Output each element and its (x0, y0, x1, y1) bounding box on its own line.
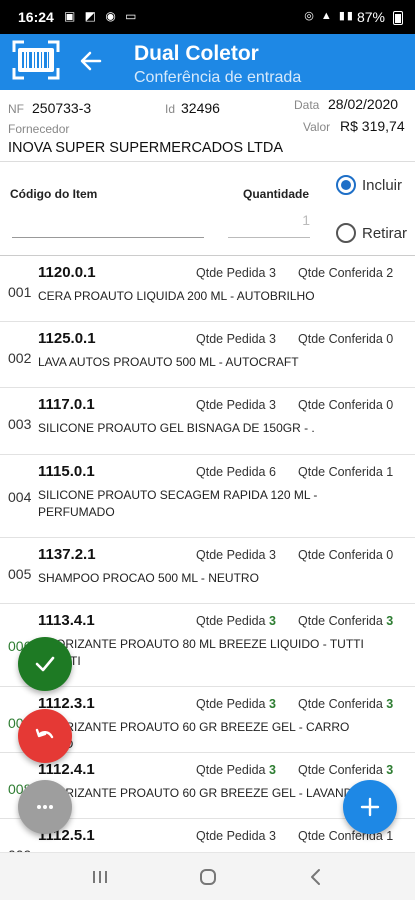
item-description: ODORIZANTE PROAUTO 60 GR BREEZE GEL - CA… (38, 720, 350, 751)
valor-value: R$ 319,74 (340, 118, 405, 134)
item-code: 1125.0.1 (38, 330, 96, 347)
item-ordered: Qtde Pedida 3 (196, 332, 276, 346)
nf-value: 250733-3 (32, 100, 92, 116)
home-icon (200, 869, 216, 885)
system-nav-bar (0, 852, 415, 900)
item-ordered: Qtde Pedida 3 (196, 266, 276, 280)
item-code: 1120.0.1 (38, 264, 96, 281)
item-checked: Qtde Conferida 3 (298, 697, 394, 711)
barcode-scan-button[interactable] (12, 40, 60, 80)
item-checked: Qtde Conferida 0 (298, 548, 394, 562)
fornecedor-value: INOVA SUPER SUPERMERCADOS LTDA (8, 140, 284, 156)
system-back-button[interactable] (304, 865, 328, 889)
back-button[interactable] (78, 48, 104, 74)
id-label: Id (165, 102, 176, 116)
entry-form: Código do Item Quantidade 1 Incluir Reti… (0, 162, 415, 256)
invoice-header: NF 250733-3 Id 32496 Data 28/02/2020 For… (0, 90, 415, 162)
undo-fab[interactable] (18, 709, 72, 763)
list-item[interactable]: 004 1115.0.1 Qtde Pedida 6 Qtde Conferid… (0, 455, 415, 538)
item-code-label: Código do Item (10, 187, 98, 201)
quantity-label: Quantidade (243, 187, 310, 201)
chevron-left-icon (311, 869, 320, 885)
item-description: SILICONE PROAUTO SECAGEM RAPIDA 120 ML -… (38, 488, 318, 519)
item-description: ODORIZANTE PROAUTO 80 ML BREEZE LIQUIDO … (38, 637, 364, 668)
status-time: 16:24 (18, 9, 54, 25)
remove-radio[interactable] (336, 223, 356, 243)
nf-label: NF (8, 102, 24, 116)
more-fab[interactable] (18, 780, 72, 834)
app-bar: Dual Coletor Conferência de entrada (0, 34, 415, 90)
item-seq: 003 (8, 416, 32, 432)
check-icon (35, 656, 55, 672)
screen-subtitle: Conferência de entrada (134, 69, 302, 86)
add-fab[interactable] (343, 780, 397, 834)
app-title: Dual Coletor (134, 42, 259, 65)
battery-percent: 87% (356, 9, 385, 25)
item-code: 1137.2.1 (38, 546, 96, 563)
include-radio[interactable] (336, 175, 356, 195)
item-list: 001 1120.0.1 Qtde Pedida 3 Qtde Conferid… (0, 256, 415, 852)
list-item[interactable]: 005 1137.2.1 Qtde Pedida 3 Qtde Conferid… (0, 538, 415, 604)
item-description: ODORIZANTE PROAUTO 60 GR BREEZE GEL - LA… (38, 786, 361, 800)
fornecedor-label: Fornecedor (8, 122, 70, 136)
item-ordered: Qtde Pedida 3 (196, 829, 276, 843)
recents-icon (93, 871, 107, 883)
plus-icon (360, 797, 380, 817)
item-code: 1113.4.1 (38, 612, 95, 629)
barcode-icon (12, 40, 60, 80)
battery-icon (393, 11, 403, 25)
item-ordered: Qtde Pedida 3 (196, 697, 276, 711)
item-seq: 001 (8, 284, 32, 300)
item-seq: 005 (8, 566, 32, 582)
undo-icon (35, 728, 54, 739)
item-description: CERA PROAUTO LIQUIDA 200 ML - AUTOBRILHO (38, 289, 315, 303)
list-item[interactable]: 002 1125.0.1 Qtde Pedida 3 Qtde Conferid… (0, 322, 415, 388)
item-checked: Qtde Conferida 0 (298, 398, 394, 412)
notification-icons: ▣ ◩ ◉ ▭ (64, 9, 140, 23)
quantity-underline (228, 237, 310, 238)
item-checked: Qtde Conferida 1 (298, 465, 394, 479)
item-description: SILICONE PROAUTO GEL BISNAGA DE 150GR - … (38, 421, 315, 435)
item-code: 1115.0.1 (38, 463, 95, 480)
date-label: Data (294, 98, 320, 112)
item-ordered: Qtde Pedida 3 (196, 614, 276, 628)
item-checked: Qtde Conferida 2 (298, 266, 394, 280)
item-code: 1112.4.1 (38, 761, 95, 778)
recent-apps-button[interactable] (88, 865, 112, 889)
item-seq: 002 (8, 350, 32, 366)
confirm-fab[interactable] (18, 637, 72, 691)
item-checked: Qtde Conferida 0 (298, 332, 394, 346)
item-seq: 004 (8, 489, 32, 505)
item-code-underline (12, 237, 204, 238)
item-ordered: Qtde Pedida 3 (196, 548, 276, 562)
item-ordered: Qtde Pedida 6 (196, 465, 276, 479)
remove-label[interactable]: Retirar (362, 225, 407, 242)
valor-label: Valor (303, 120, 331, 134)
item-checked: Qtde Conferida 3 (298, 763, 394, 777)
list-item[interactable]: 003 1117.0.1 Qtde Pedida 3 Qtde Conferid… (0, 388, 415, 455)
status-bar: 16:24 ▣ ◩ ◉ ▭ ◎ ▲ ▮▮ 87% (0, 0, 415, 34)
item-ordered: Qtde Pedida 3 (196, 763, 276, 777)
signal-icons: ◎ ▲ ▮▮ (304, 10, 355, 22)
item-description: SHAMPOO PROCAO 500 ML - NEUTRO (38, 571, 259, 585)
item-checked: Qtde Conferida 3 (298, 614, 394, 628)
item-code: 1117.0.1 (38, 396, 95, 413)
item-ordered: Qtde Pedida 3 (196, 398, 276, 412)
arrow-left-icon (80, 51, 102, 71)
id-value: 32496 (181, 100, 220, 116)
list-item[interactable]: 001 1120.0.1 Qtde Pedida 3 Qtde Conferid… (0, 256, 415, 322)
date-value: 28/02/2020 (328, 96, 399, 112)
include-label[interactable]: Incluir (362, 177, 402, 194)
item-description: LAVA AUTOS PROAUTO 500 ML - AUTOCRAFT (38, 355, 299, 369)
more-icon (37, 805, 53, 809)
item-code-input[interactable] (12, 206, 204, 236)
home-button[interactable] (196, 865, 220, 889)
quantity-input[interactable]: 1 (228, 212, 310, 236)
